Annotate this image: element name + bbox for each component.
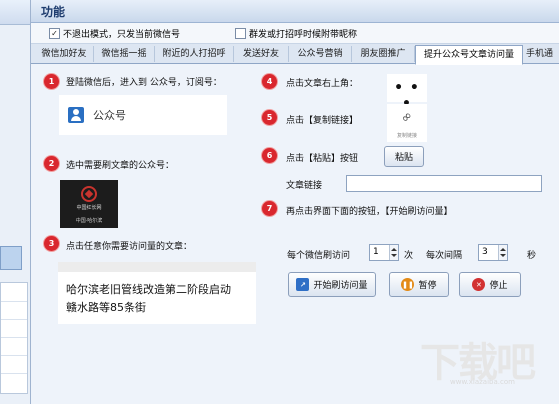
step-text-2: 选中需要刷文章的公众号： [66,161,175,171]
stop-label: 停止 [489,281,508,291]
logo-text-2: 中国·哈尔滨 [75,218,103,224]
exit-mode-label: 不退出模式，只发当前微信号 [63,29,181,40]
article-preview: 哈尔滨老旧管线改造第二阶段启动 赣水路等85条街 [58,262,256,324]
step-text-7: 再点击界面下面的按钮，【开始刷访问量】 [286,207,453,217]
options-row: ✓ 不退出模式，只发当前微信号 群发或打招呼时候附带昵称 [31,23,559,44]
pause-button[interactable]: ❚❚ 暂停 [389,272,449,297]
step-badge-4: 4 [262,74,277,89]
step-text-6: 点击【粘贴】按钮 [286,154,359,164]
pause-label: 暂停 [418,281,437,291]
step-badge-3: 3 [44,236,59,251]
step-text-5: 点击【复制链接】 [286,116,359,126]
step-badge-1: 1 [44,74,59,89]
tab-phone[interactable]: 手机通 [522,46,559,62]
paste-button-label: 粘贴 [394,153,413,163]
public-account-icon [68,107,84,123]
link-input[interactable] [346,175,542,192]
exit-mode-option[interactable]: ✓ 不退出模式，只发当前微信号 [49,27,181,40]
article-title-line-1: 哈尔滨老旧管线改造第二阶段启动 [66,283,231,296]
copy-link-image: ∞ 复制链接 [387,104,427,142]
left-pane-selected-item[interactable] [0,246,22,270]
per-account-value[interactable]: 1 [373,247,379,257]
interval-stepper[interactable]: 3 [478,244,508,261]
tab-moments-promotion[interactable]: 朋友圈推广 [352,46,415,62]
step-badge-7: 7 [262,201,277,216]
group-nickname-option[interactable]: 群发或打招呼时候附带昵称 [235,27,358,40]
step-badge-2: 2 [44,156,59,171]
panel-title: 功能 [41,5,66,19]
pause-icon: ❚❚ [401,278,415,291]
per-account-unit: 次 [404,251,414,261]
tab-add-friends[interactable]: 微信加好友 [35,46,94,62]
step-text-1: 登陆微信后，进入到 公众号，订阅号： [66,78,222,88]
per-account-spin-arrows[interactable] [389,245,398,260]
account-logo-mark [81,186,97,202]
start-boost-button[interactable]: ↗ 开始刷访问量 [288,272,376,297]
start-boost-label: 开始刷访问量 [313,281,368,291]
public-account-label: 公众号 [93,109,126,122]
interval-label: 每次间隔 [426,251,463,261]
step-text-3: 点击任意你需要访问量的文章： [66,242,193,252]
stop-button[interactable]: ✕ 停止 [459,272,521,297]
left-pane-list[interactable] [0,282,28,394]
more-menu-image: • • • [387,74,427,112]
left-pane [0,0,31,404]
logo-text-1: 中国红长网 [76,205,102,211]
exit-mode-checkbox[interactable]: ✓ [49,27,60,39]
tab-boost-article-views[interactable]: 提升公众号文章访问量 [415,45,523,65]
start-icon: ↗ [296,278,310,291]
tab-official-account-marketing[interactable]: 公众号营销 [289,46,352,62]
left-pane-header [0,0,30,25]
panel-title-bar: 功能 [31,0,559,23]
step-text-4: 点击文章右上角： [286,79,359,89]
public-account-entry: 公众号 [59,95,227,135]
stop-icon: ✕ [472,278,486,291]
account-logo-image: 中国红长网 中国·哈尔滨 [60,180,118,228]
tab-shake[interactable]: 微信摇一摇 [94,46,155,62]
group-nickname-label: 群发或打招呼时候附带昵称 [249,29,358,40]
interval-value[interactable]: 3 [482,247,488,257]
step-badge-5: 5 [262,110,277,125]
tab-bar: 微信加好友 微信摇一摇 附近的人打招呼 发送好友 公众号营销 朋友圈推广 提升公… [31,44,559,65]
group-nickname-checkbox[interactable] [235,27,246,39]
tab-nearby-greet[interactable]: 附近的人打招呼 [155,46,234,62]
watermark-url: www.xiazaiba.com [450,378,515,386]
interval-unit: 秒 [527,251,537,261]
link-label: 文章链接 [286,181,323,191]
interval-spin-arrows[interactable] [498,245,507,260]
per-account-label: 每个微信刷访问 [287,251,351,261]
step-badge-6: 6 [262,148,277,163]
article-title-line-2: 赣水路等85条街 [66,301,146,314]
copy-link-caption: 复制链接 [396,133,417,139]
tab-send-friends[interactable]: 发送好友 [234,46,289,62]
paste-button[interactable]: 粘贴 [384,146,424,167]
per-account-stepper[interactable]: 1 [369,244,399,261]
article-preview-header [58,262,256,272]
